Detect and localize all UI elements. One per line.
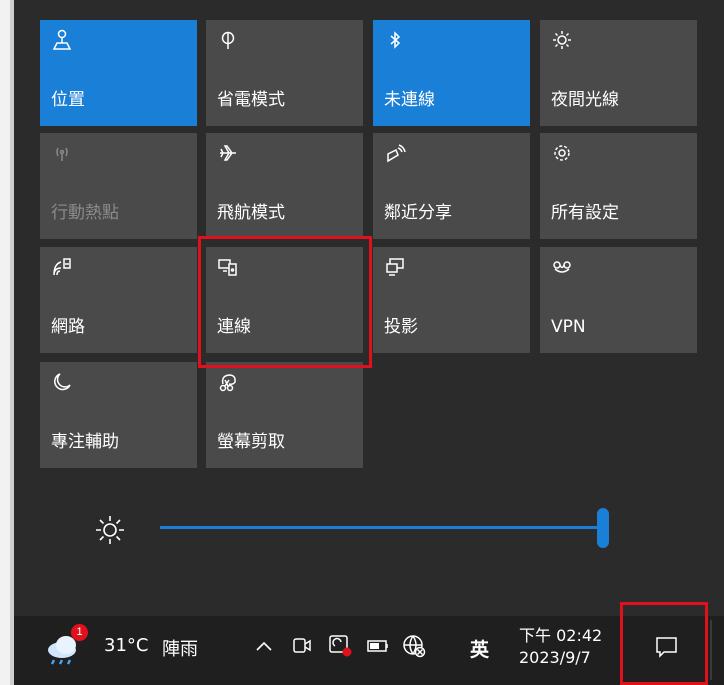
brightness-icon — [94, 514, 126, 546]
security-icon[interactable] — [327, 632, 353, 662]
connect-icon — [217, 256, 239, 278]
tile-network[interactable]: 網路 — [40, 247, 197, 353]
chevron-up-icon[interactable] — [254, 634, 274, 662]
nearby-share-icon — [384, 142, 406, 164]
tile-label: 所有設定 — [551, 203, 619, 223]
tile-bluetooth[interactable]: 未連線 — [373, 20, 530, 126]
weather-desc[interactable]: 陣雨 — [162, 635, 198, 661]
battery-icon[interactable] — [366, 634, 390, 662]
tile-label: 螢幕剪取 — [217, 432, 285, 452]
show-desktop-divider — [710, 620, 712, 680]
tile-airplane-mode[interactable]: 飛航模式 — [206, 133, 363, 239]
tile-label: 行動熱點 — [51, 203, 119, 223]
tile-mobile-hotspot[interactable]: 行動熱點 — [40, 133, 197, 239]
tile-label: 省電模式 — [217, 90, 285, 110]
weather-badge: 1 — [71, 624, 88, 641]
moon-icon — [51, 371, 73, 393]
tile-battery-saver[interactable]: 省電模式 — [206, 20, 363, 126]
tile-all-settings[interactable]: 所有設定 — [540, 133, 697, 239]
project-icon — [384, 256, 406, 278]
tile-vpn[interactable]: VPN — [540, 247, 697, 353]
brightness-slider-thumb[interactable] — [597, 508, 609, 548]
taskbar: 1 31°C 陣雨 英 下午 02:42 2023/9/7 — [14, 616, 724, 685]
mobile-hotspot-icon — [51, 142, 73, 164]
tile-label: 投影 — [384, 317, 418, 337]
tile-location[interactable]: 位置 — [40, 20, 197, 126]
airplane-icon — [217, 142, 239, 164]
tile-focus-assist[interactable]: 專注輔助 — [40, 362, 197, 468]
battery-saver-icon — [217, 29, 239, 51]
tile-label: 鄰近分享 — [384, 203, 452, 223]
clock-time[interactable]: 下午 02:42 — [519, 622, 602, 646]
tile-night-light[interactable]: 夜間光線 — [540, 20, 697, 126]
vpn-icon — [551, 256, 573, 278]
night-light-icon — [551, 29, 573, 51]
tile-nearby-sharing[interactable]: 鄰近分享 — [373, 133, 530, 239]
clock-date[interactable]: 2023/9/7 — [519, 648, 591, 667]
meet-now-icon[interactable] — [291, 634, 313, 662]
gear-icon — [551, 142, 573, 164]
location-icon — [51, 29, 73, 51]
weather-temp[interactable]: 31°C — [104, 635, 148, 656]
brightness-slider-track[interactable] — [160, 526, 605, 529]
notification-icon[interactable] — [654, 634, 680, 664]
tile-label: 連線 — [217, 317, 251, 337]
tile-screen-snip[interactable]: 螢幕剪取 — [206, 362, 363, 468]
tile-project[interactable]: 投影 — [373, 247, 530, 353]
tile-label: 位置 — [51, 90, 85, 110]
window-edge — [0, 0, 10, 685]
tile-label: 網路 — [51, 317, 85, 337]
tile-label: VPN — [551, 317, 586, 337]
tile-label: 飛航模式 — [217, 203, 285, 223]
bluetooth-icon — [384, 29, 406, 51]
snip-icon — [217, 371, 239, 393]
tile-label: 專注輔助 — [51, 432, 119, 452]
network-icon — [51, 256, 73, 278]
tile-label: 夜間光線 — [551, 90, 619, 110]
tile-connect[interactable]: 連線 — [206, 247, 363, 353]
globe-icon[interactable] — [401, 633, 427, 663]
tile-label: 未連線 — [384, 90, 435, 110]
ime-indicator[interactable]: 英 — [470, 635, 489, 662]
